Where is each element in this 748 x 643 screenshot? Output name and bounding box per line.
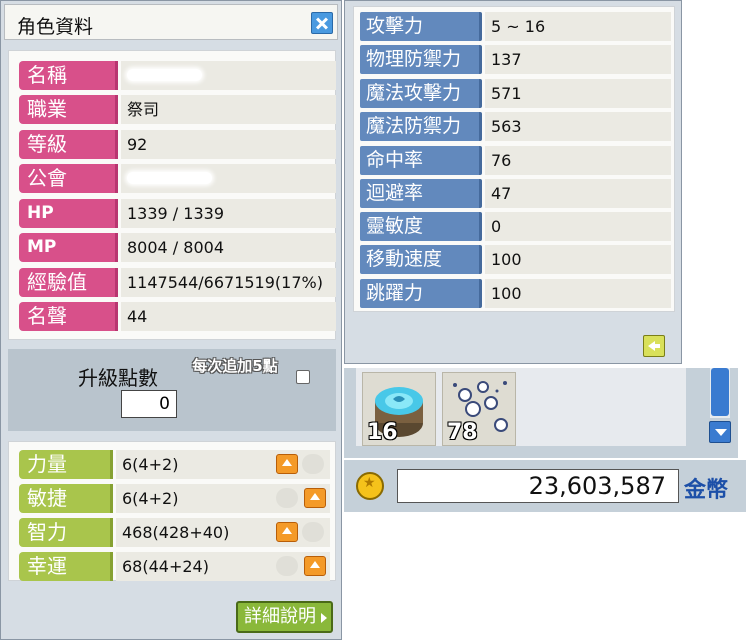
magic-def-label: 魔法防禦力 — [360, 112, 482, 141]
speed-label: 移動速度 — [360, 245, 482, 274]
str-label: 力量 — [19, 450, 113, 479]
ability-points-box: 升級點數 0 每次追加5點 — [8, 349, 336, 431]
detail-button[interactable]: 詳細說明 — [236, 601, 333, 633]
mp-value: 8004 / 8004 — [121, 233, 336, 262]
item-count: 16 — [367, 420, 398, 445]
avoidability-value: 47 — [485, 179, 671, 208]
ability-points-value: 0 — [121, 390, 177, 418]
int-row: 468(428+40) — [116, 518, 330, 547]
fame-value: 44 — [121, 302, 336, 331]
back-arrow-icon[interactable] — [643, 335, 665, 357]
exp-label: 經驗值 — [19, 268, 118, 297]
hp-value: 1339 / 1339 — [121, 199, 336, 228]
meso-coin-icon[interactable] — [356, 472, 384, 500]
hands-label: 靈敏度 — [360, 212, 482, 241]
redaction-mark — [127, 69, 202, 81]
attack-label: 攻擊力 — [360, 12, 482, 41]
inventory-slot[interactable]: 16 — [362, 372, 436, 446]
close-icon[interactable] — [311, 12, 333, 34]
jump-label: 跳躍力 — [360, 279, 482, 308]
window-title-bar[interactable]: 角色資料 — [4, 4, 338, 40]
inventory-slot[interactable]: 78 — [442, 372, 516, 446]
int-value: 468(428+40) — [122, 523, 230, 542]
luk-row: 68(44+24) — [116, 552, 330, 581]
weapon-def-label: 物理防禦力 — [360, 45, 482, 74]
scrollbar-thumb[interactable] — [711, 368, 729, 416]
item-count: 78 — [447, 420, 478, 445]
magic-def-value: 563 — [485, 112, 671, 141]
ability-points-label: 升級點數 — [78, 366, 158, 390]
speed-value: 100 — [485, 245, 671, 274]
exp-value: 1147544/6671519(17%) — [121, 268, 336, 297]
avoidability-label: 迴避率 — [360, 179, 482, 208]
guild-value — [121, 164, 336, 193]
luk-label: 幸運 — [19, 552, 113, 581]
stat-toggle-pill — [276, 556, 298, 576]
dex-up-button[interactable] — [304, 488, 326, 508]
level-label: 等級 — [19, 130, 118, 159]
meso-amount: 23,603,587 — [397, 469, 679, 503]
inventory-window: 16 78 — [344, 368, 738, 458]
accuracy-value: 76 — [485, 146, 671, 175]
name-value — [121, 61, 336, 90]
detail-stats-window: 攻擊力 5 ~ 16 物理防禦力 137 魔法攻擊力 571 魔法防禦力 563… — [344, 0, 682, 364]
attack-value: 5 ~ 16 — [485, 12, 671, 41]
name-label: 名稱 — [19, 61, 118, 90]
luk-up-button[interactable] — [304, 556, 326, 576]
str-value: 6(4+2) — [122, 455, 179, 474]
redaction-mark — [127, 172, 212, 184]
base-stats-box: 力量 6(4+2) 敏捷 6(4+2) 智力 468(428+40) 幸運 68… — [8, 441, 336, 581]
hands-value: 0 — [485, 212, 671, 241]
character-info-box: 名稱 職業 祭司 等級 92 公會 HP 1339 / 1339 MP 8004… — [8, 50, 336, 340]
meso-unit-label: 金幣 — [684, 478, 729, 503]
weapon-def-value: 137 — [485, 45, 671, 74]
int-label: 智力 — [19, 518, 113, 547]
str-up-button[interactable] — [276, 454, 298, 474]
magic-attack-label: 魔法攻擊力 — [360, 79, 482, 108]
str-row: 6(4+2) — [116, 450, 330, 479]
detail-stats-box: 攻擊力 5 ~ 16 物理防禦力 137 魔法攻擊力 571 魔法防禦力 563… — [353, 6, 675, 312]
auto-assign-checkbox[interactable] — [296, 370, 310, 384]
fame-label: 名聲 — [19, 302, 118, 331]
guild-label: 公會 — [19, 164, 118, 193]
magic-attack-value: 571 — [485, 79, 671, 108]
int-up-button[interactable] — [276, 522, 298, 542]
auto-assign-label: 每次追加5點 — [192, 357, 278, 375]
character-info-window: 角色資料 名稱 職業 祭司 等級 92 公會 HP 1339 / 1339 MP… — [0, 0, 342, 640]
scroll-down-icon[interactable] — [709, 421, 731, 443]
stat-toggle-pill — [302, 522, 324, 542]
stat-toggle-pill — [276, 488, 298, 508]
window-title: 角色資料 — [17, 16, 94, 38]
level-value: 92 — [121, 130, 336, 159]
jump-value: 100 — [485, 279, 671, 308]
inventory-slots: 16 78 — [356, 368, 686, 446]
dex-value: 6(4+2) — [122, 489, 179, 508]
hp-label: HP — [19, 199, 118, 228]
luk-value: 68(44+24) — [122, 557, 209, 576]
stat-toggle-pill — [302, 454, 324, 474]
accuracy-label: 命中率 — [360, 146, 482, 175]
mp-label: MP — [19, 233, 118, 262]
job-value: 祭司 — [121, 95, 336, 124]
dex-row: 6(4+2) — [116, 484, 330, 513]
dex-label: 敏捷 — [19, 484, 113, 513]
job-label: 職業 — [19, 95, 118, 124]
meso-bar: 23,603,587 金幣 — [344, 460, 746, 512]
